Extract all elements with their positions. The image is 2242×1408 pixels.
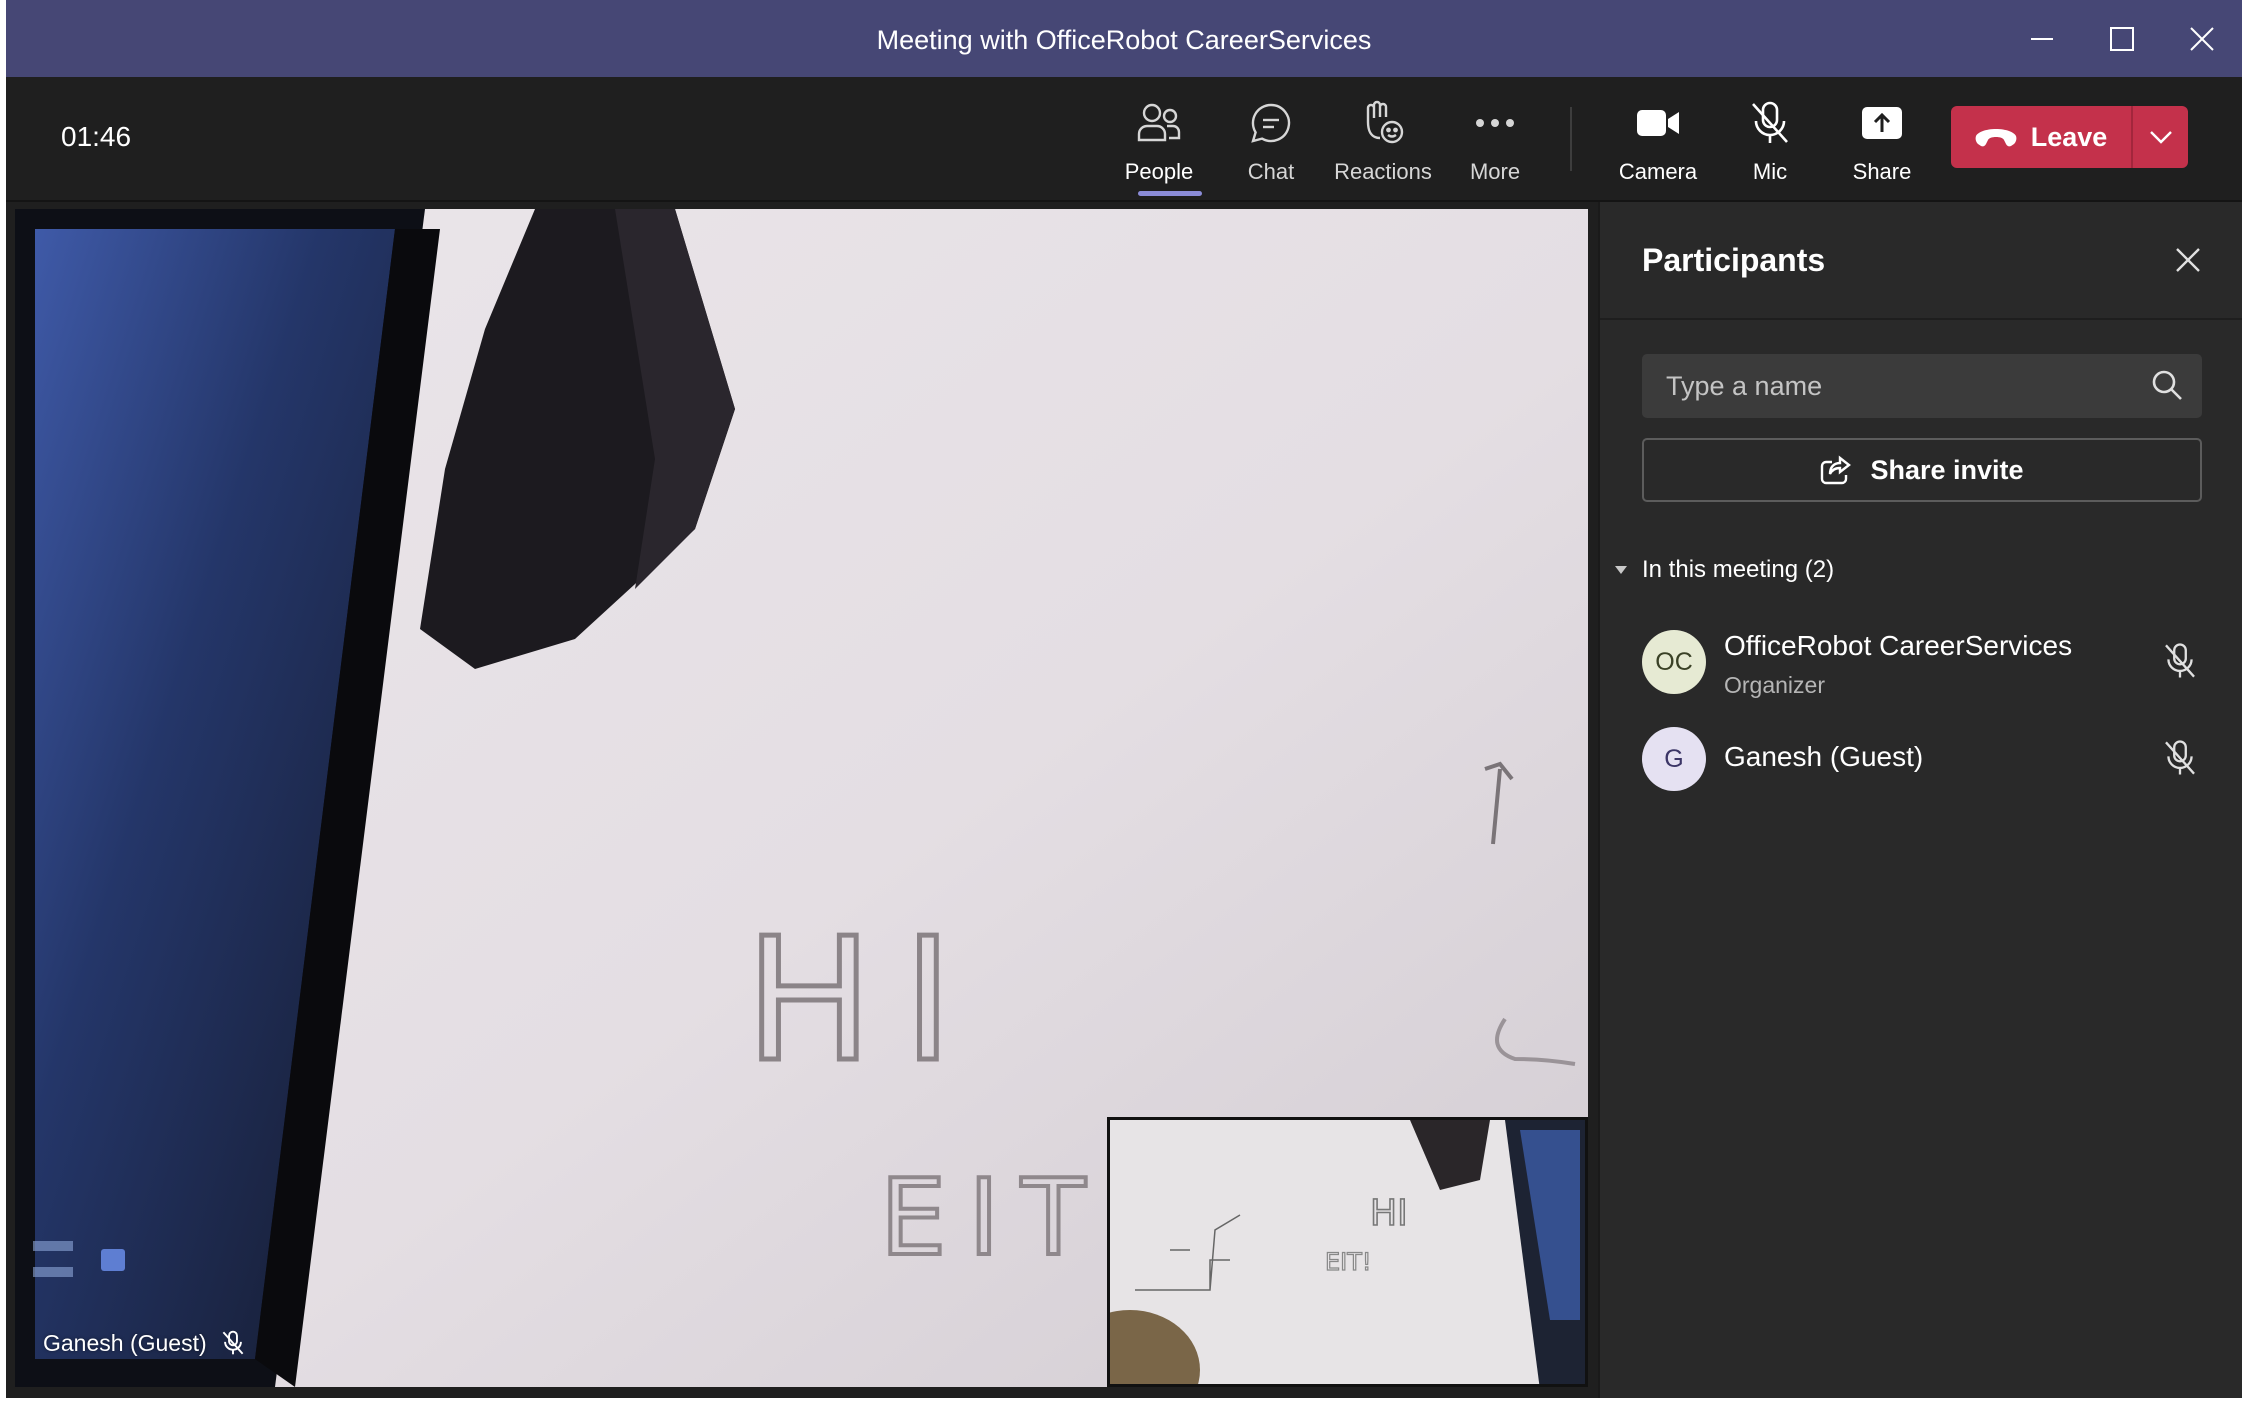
chat-label: Chat (1247, 159, 1295, 184)
people-button[interactable]: People (1104, 95, 1214, 196)
teams-meeting-window: Meeting with OfficeRobot CareerServices … (6, 0, 2242, 1398)
phone-hangup-icon (1975, 129, 2017, 147)
camera-icon (1637, 110, 1679, 136)
participant-name: Ganesh (Guest) (1724, 741, 1924, 772)
in-meeting-section-header[interactable]: In this meeting (2) (1614, 556, 1834, 584)
video-stage: HI EIT! HI EIT! Ganesh (Guest) (15, 209, 1588, 1387)
self-view-feed: HI EIT! (1110, 1120, 1585, 1384)
window-title: Meeting with OfficeRobot CareerServices (876, 25, 1372, 55)
toolbar-separator (1570, 107, 1572, 171)
search-icon[interactable] (2150, 368, 2184, 402)
maximize-button[interactable] (2082, 0, 2162, 77)
camera-label: Camera (1618, 159, 1698, 184)
share-invite-button[interactable]: Share invite (1642, 438, 2202, 502)
close-icon (2176, 248, 2200, 272)
mic-off-icon (2165, 643, 2195, 678)
speaker-name-tag: Ganesh (Guest) (43, 1323, 245, 1363)
avatar: G (1642, 727, 1706, 791)
self-view-video[interactable]: HI EIT! (1107, 1117, 1588, 1387)
people-icon (1137, 103, 1181, 142)
close-window-button[interactable] (2162, 0, 2242, 77)
reactions-icon (1366, 100, 1404, 144)
people-label: People (1124, 159, 1194, 184)
participant-name: OfficeRobot CareerServices (1724, 630, 2073, 661)
title-bar: Meeting with OfficeRobot CareerServices (6, 0, 2242, 77)
share-button[interactable]: Share (1827, 95, 1937, 195)
chat-button[interactable]: Chat (1216, 95, 1326, 195)
share-label: Share (1852, 159, 1912, 184)
section-label: In this meeting (2) (1642, 556, 1835, 583)
participants-panel: Participants Share invite In this meetin… (1598, 202, 2242, 1398)
minimize-icon (2031, 37, 2053, 40)
whiteboard-text-hi: HI (745, 902, 983, 1100)
mic-button[interactable]: Mic (1715, 95, 1825, 195)
leave-button[interactable]: Leave (1951, 106, 2131, 168)
leave-label: Leave (2030, 121, 2108, 152)
close-panel-button[interactable] (2160, 232, 2216, 288)
minimize-button[interactable] (2002, 0, 2082, 77)
avatar: OC (1642, 630, 1706, 694)
mic-off-icon (2165, 740, 2195, 775)
participant-row[interactable]: G Ganesh (Guest) (1642, 719, 2222, 799)
chat-icon (1251, 103, 1291, 143)
more-icon (1476, 119, 1514, 127)
speaker-name: Ganesh (Guest) (43, 1329, 207, 1356)
mic-label: Mic (1752, 159, 1788, 184)
more-label: More (1469, 159, 1521, 184)
participant-role: Organizer (1724, 672, 1825, 698)
reactions-button[interactable]: Reactions (1328, 95, 1438, 195)
reactions-label: Reactions (1334, 159, 1432, 184)
more-button[interactable]: More (1440, 95, 1550, 195)
leave-button-group: Leave (1951, 106, 2188, 168)
share-invite-icon (1821, 455, 1852, 485)
participant-row[interactable]: OC OfficeRobot CareerServices Organizer (1642, 622, 2222, 702)
search-input[interactable] (1642, 354, 2142, 418)
leave-options-button[interactable] (2133, 106, 2188, 168)
panel-divider (1600, 318, 2242, 320)
share-invite-label: Share invite (1870, 454, 2024, 485)
close-icon (2190, 26, 2214, 51)
chevron-down-icon (2149, 131, 2172, 144)
share-icon (1862, 107, 1902, 139)
maximize-icon (2110, 26, 2134, 51)
svg-text:EIT!: EIT! (1325, 1248, 1372, 1276)
svg-text:HI: HI (1370, 1193, 1408, 1234)
camera-button[interactable]: Camera (1603, 95, 1713, 195)
active-tab-indicator (1138, 191, 1202, 196)
caret-down-icon (1615, 566, 1627, 574)
mic-off-icon (1752, 101, 1788, 143)
participant-search (1642, 354, 2202, 418)
mic-off-icon (222, 1330, 243, 1355)
panel-title: Participants (1642, 242, 1826, 278)
meeting-timer: 01:46 (61, 121, 132, 152)
meeting-toolbar: 01:46 People Chat Reactions More Camera … (6, 77, 2242, 202)
